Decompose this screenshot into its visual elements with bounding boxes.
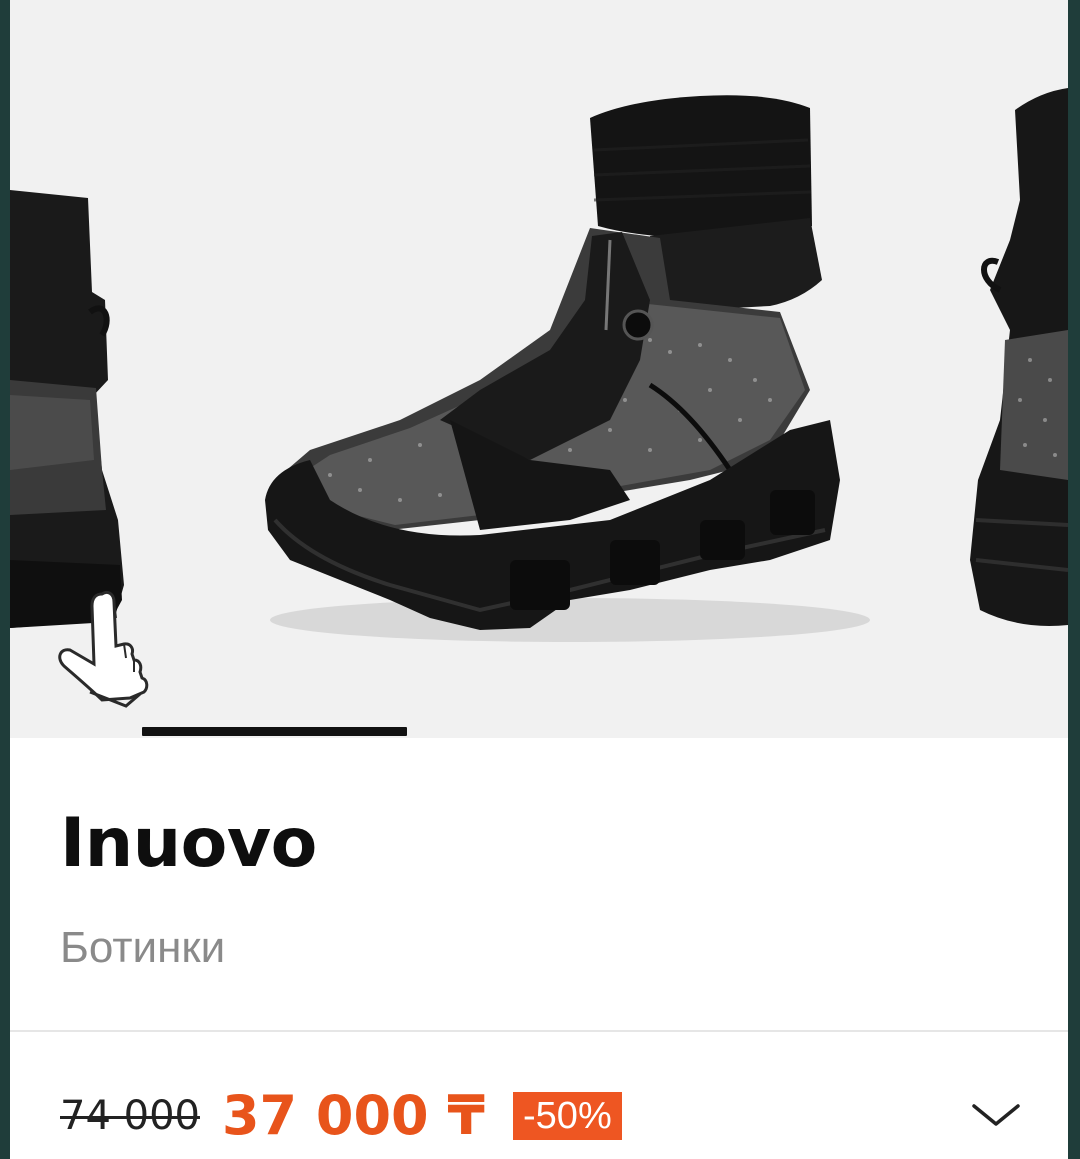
discount-badge: -50% <box>513 1092 622 1140</box>
divider <box>10 1030 1068 1032</box>
product-category: Ботинки <box>60 923 226 972</box>
old-price: 74 000 <box>60 1093 200 1139</box>
main-boot-image <box>265 95 870 642</box>
product-image-gallery[interactable] <box>10 0 1068 738</box>
product-screen: Inuovo Ботинки 74 000 37 000 ₸ -50% <box>10 0 1068 1159</box>
current-price: 37 000 ₸ <box>221 1084 486 1147</box>
slide-indicator-active[interactable] <box>142 727 407 736</box>
product-brand[interactable]: Inuovo <box>60 810 317 878</box>
chevron-down-icon[interactable] <box>970 1100 1022 1130</box>
previous-boot-image <box>10 190 124 628</box>
next-boot-image <box>970 88 1068 626</box>
price-row: 74 000 37 000 ₸ -50% <box>60 1086 622 1146</box>
boot-photo <box>10 88 1068 708</box>
